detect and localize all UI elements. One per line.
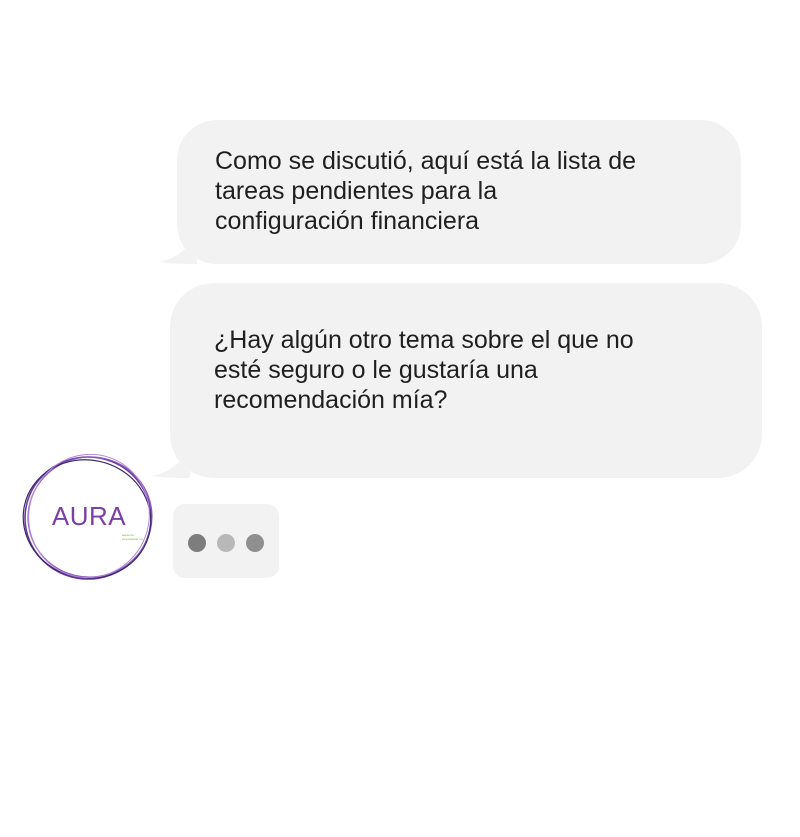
typing-dot bbox=[246, 534, 264, 552]
message-text: ¿Hay algún otro tema sobre el que no est… bbox=[214, 326, 634, 414]
message-text: Como se discutió, aquí está la lista de … bbox=[215, 147, 637, 235]
typing-indicator bbox=[173, 504, 279, 578]
message-bubble: ¿Hay algún otro tema sobre el que no est… bbox=[170, 283, 762, 478]
avatar: AURA asesoría empresarial, s.c. bbox=[22, 454, 156, 582]
typing-dot bbox=[188, 534, 206, 552]
avatar-tagline: asesoría empresarial, s.c. bbox=[122, 533, 145, 541]
typing-dot bbox=[217, 534, 235, 552]
message-bubble: Como se discutió, aquí está la lista de … bbox=[177, 120, 741, 264]
avatar-brand-name: AURA bbox=[51, 501, 127, 531]
